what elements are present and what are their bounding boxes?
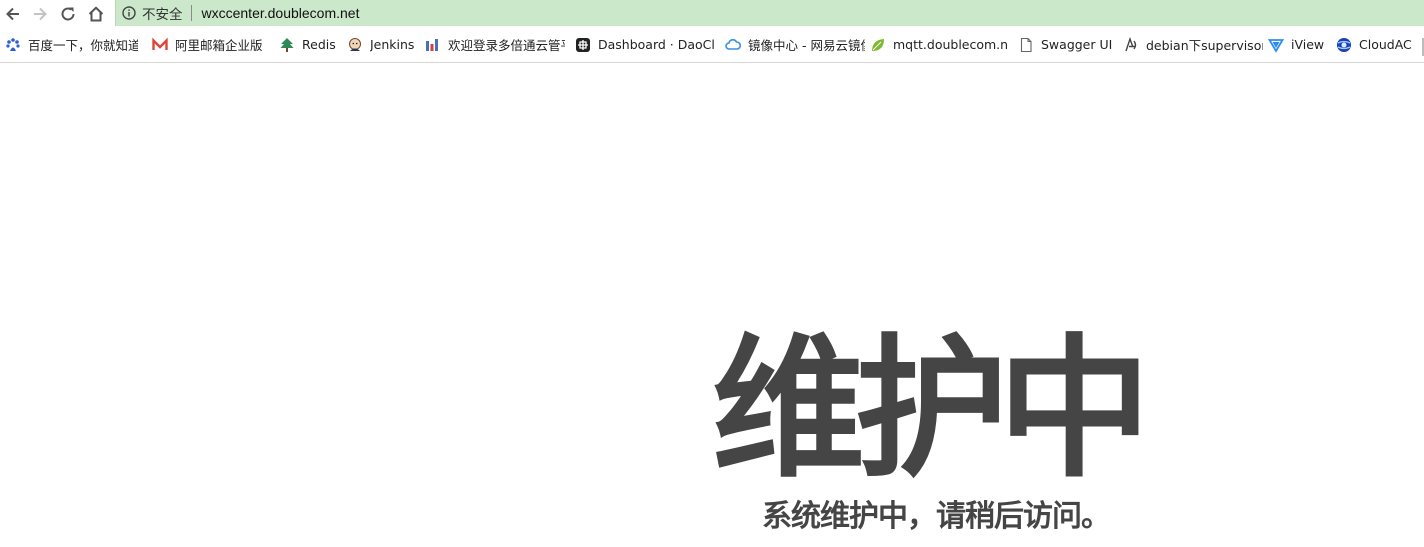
- baidu-paw-icon: [5, 37, 21, 53]
- back-arrow-icon: [6, 7, 19, 20]
- bookmark-iview[interactable]: iView: [1263, 27, 1331, 62]
- home-button[interactable]: [82, 0, 110, 27]
- netease-cloud-icon: [725, 37, 741, 53]
- url-text[interactable]: wxccenter.doublecom.net: [202, 5, 360, 21]
- bookmark-netease-mirror[interactable]: 镜像中心 - 网易云镜像: [720, 27, 865, 62]
- iview-icon: [1268, 37, 1284, 53]
- maintenance-page: 维护中 系统维护中，请稍后访问。: [0, 63, 1424, 547]
- bookmark-label: 阿里邮箱企业版: [175, 38, 263, 53]
- jenkins-icon: [347, 37, 363, 53]
- address-bar[interactable]: 不安全 wxccenter.doublecom.net: [115, 0, 1424, 26]
- bookmark-label: debian下supervisor: [1146, 38, 1263, 53]
- bookmark-label: 镜像中心 - 网易云镜像: [748, 38, 865, 53]
- maintenance-title: 维护中: [712, 321, 1151, 499]
- debian-icon: [1123, 36, 1139, 53]
- mail-m-icon: [152, 37, 168, 53]
- bookmark-debian-supervisor[interactable]: debian下supervisor: [1118, 27, 1263, 62]
- bookmark-swagger[interactable]: Swagger UI: [1013, 27, 1118, 62]
- bookmark-baidu[interactable]: 百度一下，你就知道: [0, 27, 138, 62]
- globe-icon: [1336, 37, 1352, 53]
- bookmark-label: Swagger UI: [1041, 37, 1113, 52]
- bookmark-daocloud[interactable]: Dashboard · DaoClo: [570, 27, 715, 62]
- reload-icon: [61, 7, 75, 20]
- bookmarks-bar: 百度一下，你就知道 阿里邮箱企业版 Redis Jenkins 欢迎登录多倍通云…: [0, 27, 1424, 63]
- tree-icon: [279, 37, 295, 53]
- leaf-icon: [870, 37, 886, 53]
- bookmark-mqtt[interactable]: mqtt.doublecom.ne: [865, 27, 1008, 62]
- back-button[interactable]: [0, 0, 26, 27]
- bookmark-aliyun-mail[interactable]: 阿里邮箱企业版: [147, 27, 272, 62]
- daocloud-icon: [575, 37, 591, 53]
- address-divider: [190, 5, 192, 21]
- bookmark-label: Jenkins: [370, 37, 415, 52]
- bookmark-cloudac[interactable]: CloudAC: [1331, 27, 1421, 62]
- forward-button[interactable]: [26, 0, 54, 27]
- forward-arrow-icon: [34, 7, 47, 20]
- bookmark-label: Dashboard · DaoClo: [598, 37, 715, 52]
- bookmark-label: 欢迎登录多倍通云管平: [448, 38, 565, 53]
- bookmark-label: CloudAC: [1359, 37, 1412, 52]
- bookmark-duobeitong[interactable]: 欢迎登录多倍通云管平: [420, 27, 565, 62]
- bookmark-jenkins[interactable]: Jenkins: [342, 27, 417, 62]
- bookmark-redis[interactable]: Redis: [274, 27, 339, 62]
- security-status-label[interactable]: 不安全: [142, 3, 183, 23]
- bookmark-label: mqtt.doublecom.ne: [893, 37, 1008, 52]
- maintenance-message: 系统维护中，请稍后访问。: [762, 499, 1111, 534]
- bookmark-label: 百度一下，你就知道: [28, 38, 138, 53]
- cloud-logo-icon: [425, 37, 441, 53]
- home-icon: [88, 5, 104, 21]
- page-icon: [1018, 37, 1034, 53]
- info-icon[interactable]: [122, 6, 136, 20]
- bookmark-label: iView: [1291, 37, 1325, 52]
- browser-toolbar: 不安全 wxccenter.doublecom.net: [0, 0, 1424, 27]
- bookmark-label: Redis: [302, 37, 336, 52]
- reload-button[interactable]: [54, 0, 82, 27]
